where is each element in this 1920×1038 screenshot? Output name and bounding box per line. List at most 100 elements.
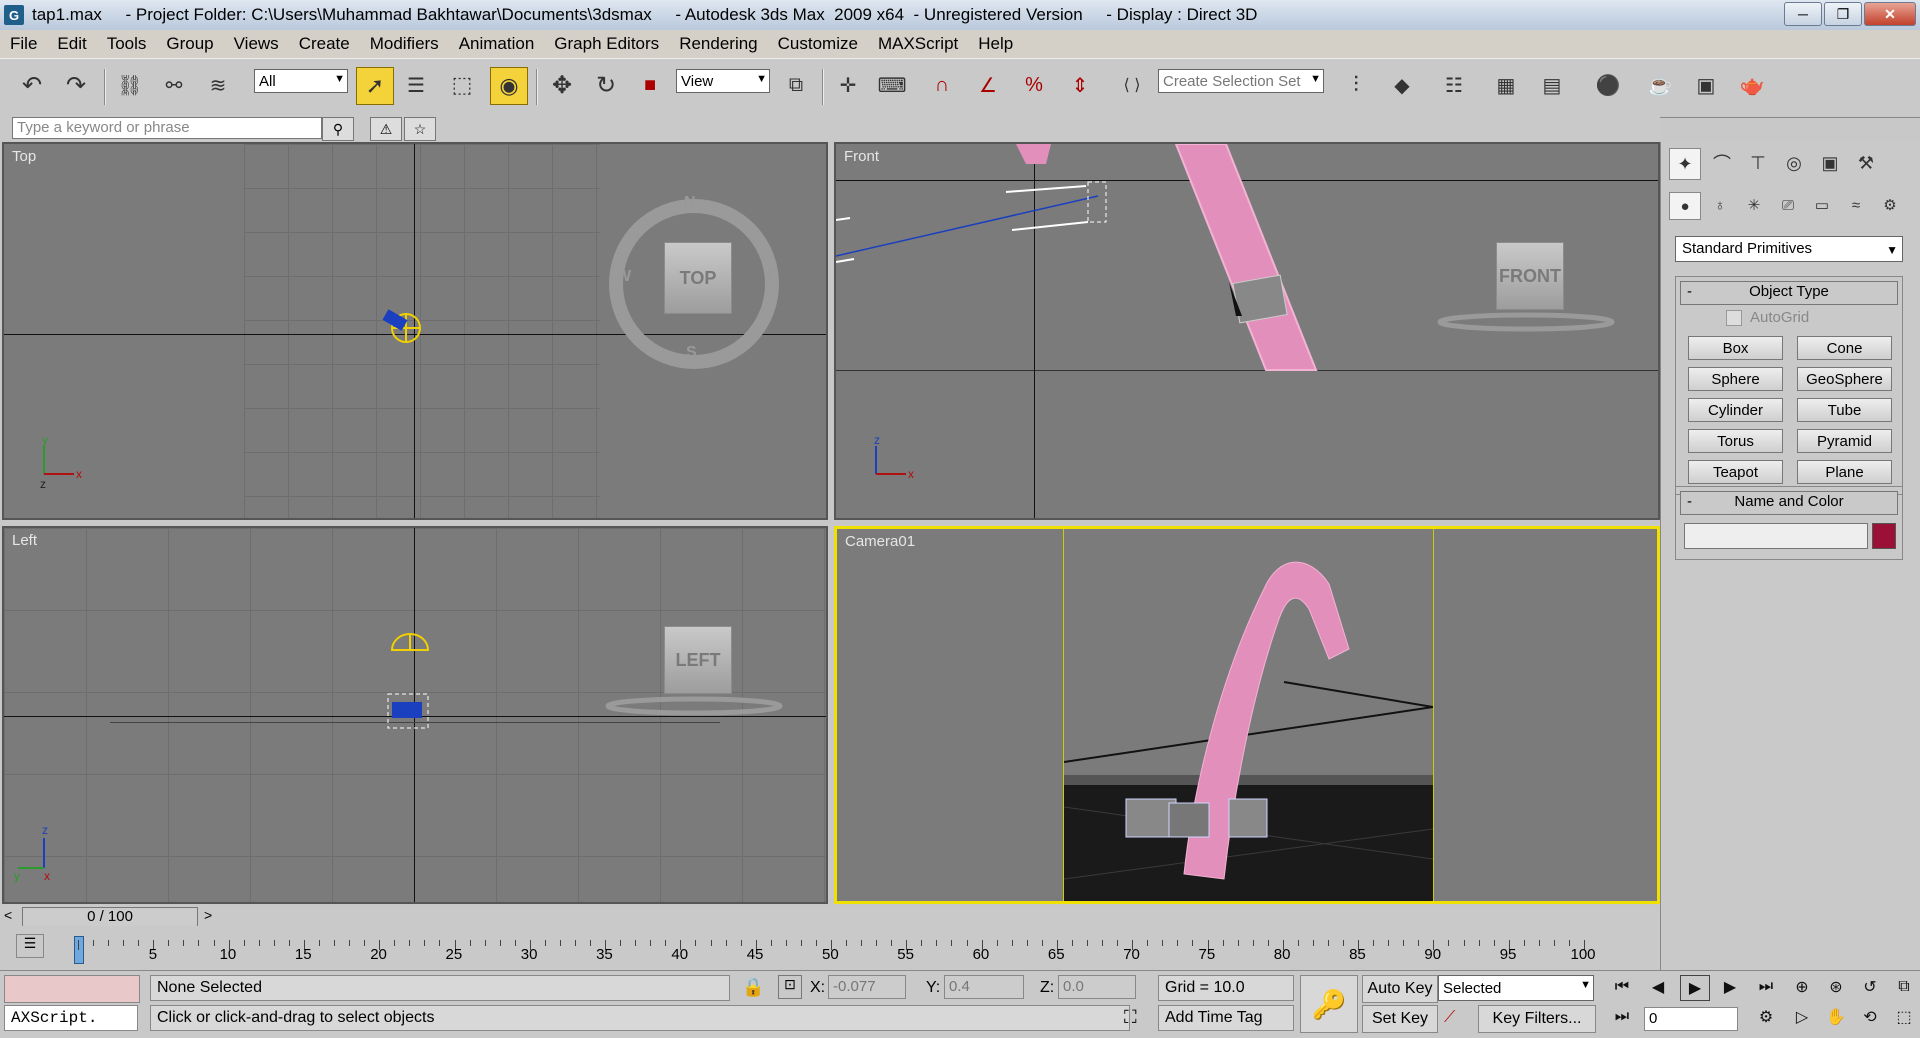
menu-graph-editors[interactable]: Graph Editors	[544, 34, 669, 54]
geometry-icon[interactable]: ●	[1669, 192, 1701, 220]
viewport-front[interactable]: Front FRONT z x	[834, 142, 1660, 520]
menu-create[interactable]: Create	[289, 34, 360, 54]
pan-icon[interactable]: ✋	[1822, 1005, 1850, 1029]
teapot-button[interactable]: Teapot	[1688, 460, 1783, 484]
maximize-button[interactable]: ❐	[1824, 2, 1862, 26]
search-icon[interactable]: ⚲	[322, 117, 354, 141]
selection-filter-dropdown[interactable]: All ▼	[254, 69, 348, 93]
shapes-icon[interactable]: ♁	[1705, 192, 1735, 218]
maximize-toggle-icon[interactable]: ⬚	[1890, 1005, 1918, 1029]
y-coord-input[interactable]: 0.4	[944, 975, 1024, 999]
cameras-icon[interactable]: ⎚	[1773, 192, 1803, 218]
app-icon[interactable]: G	[4, 5, 24, 25]
maxscript-input[interactable]: AXScript.	[4, 1005, 138, 1031]
x-coord-input[interactable]: -0.077	[828, 975, 906, 999]
menu-edit[interactable]: Edit	[47, 34, 96, 54]
menu-maxscript[interactable]: MAXScript	[868, 34, 968, 54]
keyboard-shortcut-toggle-icon[interactable]: ⌨	[874, 67, 910, 103]
time-slider[interactable]: 0 / 100	[22, 907, 198, 927]
set-key-button[interactable]: Set Key	[1362, 1005, 1438, 1033]
set-key-icon[interactable]: 🔑	[1300, 975, 1358, 1033]
orbit-icon[interactable]: ↺	[1856, 975, 1884, 999]
default-tangent-icon[interactable]: ⟋	[1444, 1009, 1455, 1027]
viewcube[interactable]: TOP	[664, 242, 732, 314]
menu-group[interactable]: Group	[156, 34, 223, 54]
helpers-icon[interactable]: ▭	[1807, 192, 1837, 218]
rectangular-selection-icon[interactable]: ⬚	[444, 67, 480, 103]
close-button[interactable]: ✕	[1864, 2, 1916, 26]
angle-snap-icon[interactable]: ∠	[970, 67, 1006, 103]
add-time-tag-button[interactable]: Add Time Tag	[1158, 1005, 1294, 1031]
track-bar[interactable]: ☰ 5 10 15 20 25 30 35 40 45 50 55 60 65 70 75 80 85 90 95 1…	[0, 926, 1660, 970]
pivot-center-icon[interactable]: ⧉	[778, 67, 814, 103]
menu-file[interactable]: File	[0, 34, 47, 54]
zoom-all-icon[interactable]: ⊛	[1822, 975, 1850, 999]
render-production-icon[interactable]: 🫖	[1734, 67, 1770, 103]
lights-icon[interactable]: ✳	[1739, 192, 1769, 218]
modify-tab-icon[interactable]: ⌒	[1707, 148, 1737, 178]
select-and-link-icon[interactable]: ⛓	[112, 67, 148, 103]
time-configuration-icon[interactable]: ⚙	[1752, 1005, 1780, 1029]
torus-button[interactable]: Torus	[1688, 429, 1783, 453]
key-mode-dropdown[interactable]: Selected ▼	[1438, 975, 1594, 1001]
select-and-manipulate-icon[interactable]: ✛	[830, 67, 866, 103]
communication-center-icon[interactable]: ⚠	[370, 117, 402, 141]
align-icon[interactable]: ◆	[1384, 67, 1420, 103]
minimize-button[interactable]: ─	[1784, 2, 1822, 26]
object-type-header[interactable]: - Object Type	[1680, 281, 1898, 305]
current-frame-input[interactable]: 0	[1644, 1007, 1738, 1031]
arc-rotate-icon[interactable]: ⟲	[1856, 1005, 1884, 1029]
snaps-toggle-icon[interactable]: ∩	[924, 67, 960, 103]
bind-space-warp-icon[interactable]: ≋	[200, 67, 236, 103]
maximize-viewport-icon[interactable]: ⧉	[1890, 975, 1918, 999]
go-to-start-icon[interactable]: ⏮	[1608, 975, 1636, 999]
field-of-view-icon[interactable]: ▷	[1788, 1005, 1816, 1029]
mini-curve-editor-icon[interactable]: ☰	[16, 934, 44, 958]
schematic-view-icon[interactable]: ▤	[1534, 67, 1570, 103]
select-and-move-icon[interactable]: ✥	[544, 67, 580, 103]
curve-editor-icon[interactable]: ▦	[1488, 67, 1524, 103]
display-tab-icon[interactable]: ▣	[1815, 148, 1845, 178]
box-button[interactable]: Box	[1688, 336, 1783, 360]
material-editor-icon[interactable]: ⚫	[1590, 67, 1626, 103]
systems-icon[interactable]: ⚙	[1875, 192, 1905, 218]
viewport-label[interactable]: Camera01	[845, 533, 915, 550]
autogrid-checkbox[interactable]: AutoGrid	[1676, 309, 1902, 330]
z-coord-input[interactable]: 0.0	[1058, 975, 1136, 999]
next-frame-icon[interactable]: >	[204, 907, 212, 923]
object-name-input[interactable]	[1684, 523, 1868, 549]
go-to-end-icon[interactable]: ⏭	[1752, 975, 1780, 999]
render-setup-icon[interactable]: ☕	[1642, 67, 1678, 103]
next-frame-icon[interactable]: ▶	[1716, 975, 1744, 999]
search-input[interactable]: Type a keyword or phrase	[12, 117, 322, 139]
cone-button[interactable]: Cone	[1797, 336, 1892, 360]
plane-button[interactable]: Plane	[1797, 460, 1892, 484]
auto-key-button[interactable]: Auto Key	[1362, 975, 1438, 1003]
viewport-left[interactable]: Left LEFT z y x	[2, 526, 828, 904]
camera-gizmo-icon[interactable]	[376, 300, 436, 350]
menu-customize[interactable]: Customize	[768, 34, 868, 54]
sphere-button[interactable]: Sphere	[1688, 367, 1783, 391]
camera-gizmo-icon[interactable]	[374, 624, 444, 744]
geosphere-button[interactable]: GeoSphere	[1797, 367, 1892, 391]
select-and-rotate-icon[interactable]: ↻	[588, 67, 624, 103]
space-warps-icon[interactable]: ≈	[1841, 192, 1871, 218]
key-filters-button[interactable]: Key Filters...	[1478, 1005, 1596, 1033]
utilities-tab-icon[interactable]: ⚒	[1851, 148, 1881, 178]
unlink-selection-icon[interactable]: ⚯	[156, 67, 192, 103]
redo-icon[interactable]: ↷	[58, 67, 94, 103]
menu-rendering[interactable]: Rendering	[669, 34, 767, 54]
previous-frame-icon[interactable]: <	[4, 907, 12, 923]
rendered-frame-window-icon[interactable]: ▣	[1688, 67, 1724, 103]
zoom-icon[interactable]: ⊕	[1788, 975, 1816, 999]
percent-snap-icon[interactable]: %	[1016, 67, 1052, 103]
absolute-mode-icon[interactable]: ⊡	[778, 975, 802, 999]
maxscript-listener-mini[interactable]	[4, 975, 140, 1003]
viewcube[interactable]: LEFT	[664, 626, 732, 694]
tube-button[interactable]: Tube	[1797, 398, 1892, 422]
viewport-top[interactable]: Top N S W E TOP y x z	[2, 142, 828, 520]
cylinder-button[interactable]: Cylinder	[1688, 398, 1783, 422]
motion-tab-icon[interactable]: ◎	[1779, 148, 1809, 178]
selection-lock-icon[interactable]: 🔒	[742, 977, 764, 998]
select-and-scale-icon[interactable]: ■	[632, 67, 668, 103]
